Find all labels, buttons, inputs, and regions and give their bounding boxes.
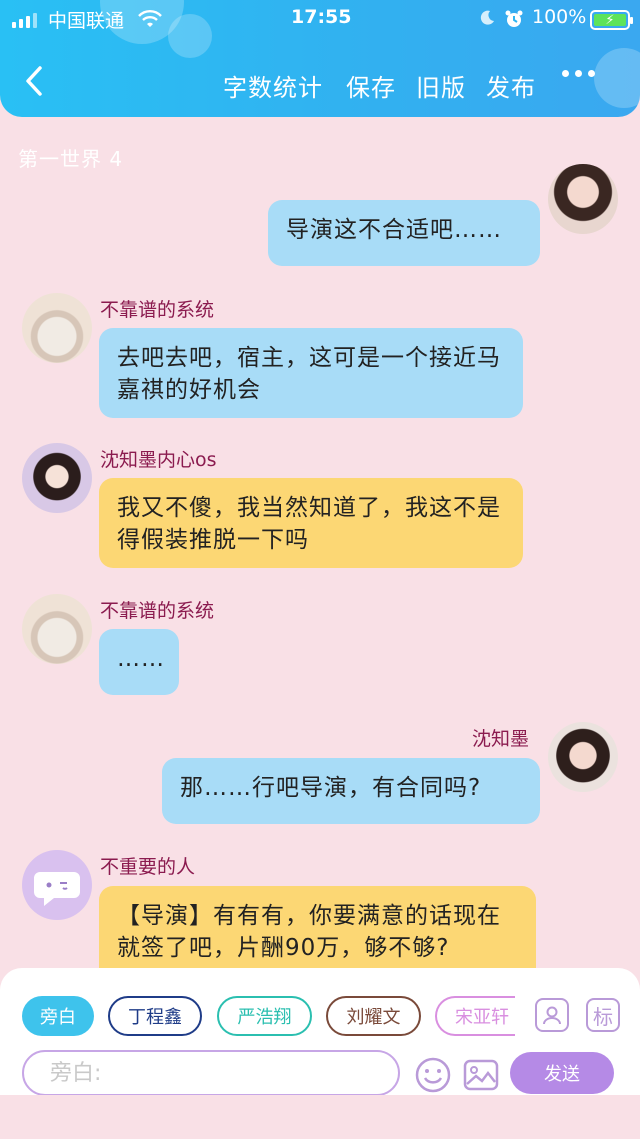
avatar[interactable] [22, 594, 92, 664]
sender-name: 不重要的人 [100, 856, 196, 878]
old-version-button[interactable]: 旧版 [416, 68, 466, 103]
avatar[interactable] [22, 293, 92, 363]
person-icon[interactable] [535, 998, 569, 1032]
status-bar: 中国联通 17:55 100% ⚡ [0, 6, 640, 32]
carrier-label: 中国联通 [48, 10, 125, 32]
sender-name: 沈知墨内心os [100, 449, 217, 471]
sender-name: 沈知墨 [472, 728, 530, 750]
message-bubble[interactable]: 导演这不合适吧…… [268, 200, 540, 266]
message-bubble[interactable]: 那……行吧导演，有合同吗? [162, 758, 540, 824]
nav-bar: 字数统计 保存 旧版 发布 [0, 60, 640, 108]
role-chip[interactable]: 严浩翔 [217, 996, 312, 1036]
mark-icon[interactable]: 标 [586, 998, 620, 1032]
chat-face-icon [34, 872, 80, 906]
bottom-area [0, 1095, 640, 1139]
avatar[interactable] [22, 850, 92, 920]
message-bubble[interactable]: …… [99, 629, 179, 695]
message-input[interactable] [22, 1050, 400, 1096]
top-header: 中国联通 17:55 100% ⚡ 字数统计 保存 旧版 发布 [0, 0, 640, 117]
emoji-icon[interactable] [414, 1056, 452, 1094]
wifi-icon [138, 10, 162, 27]
alarm-icon [505, 10, 523, 27]
role-chip-narration[interactable]: 旁白 [22, 996, 94, 1036]
send-button[interactable]: 发送 [510, 1052, 614, 1094]
role-chip[interactable]: 丁程鑫 [108, 996, 202, 1036]
message-bubble[interactable]: 我又不傻，我当然知道了，我这不是得假装推脱一下吗 [99, 478, 523, 568]
publish-button[interactable]: 发布 [486, 68, 536, 103]
word-count-button[interactable]: 字数统计 [223, 68, 323, 103]
chapter-title: 第一世界 4 [18, 147, 124, 171]
battery-icon: ⚡ [590, 10, 633, 30]
composer-panel: 旁白 丁程鑫 严浩翔 刘耀文 宋亚轩 标 发送 [0, 968, 640, 1096]
message-bubble[interactable]: 去吧去吧，宿主，这可是一个接近马嘉祺的好机会 [99, 328, 523, 418]
back-arrow-icon[interactable] [22, 64, 46, 98]
avatar[interactable] [548, 722, 618, 792]
avatar[interactable] [548, 164, 618, 234]
role-chip[interactable]: 刘耀文 [326, 996, 421, 1036]
avatar[interactable] [22, 443, 92, 513]
save-button[interactable]: 保存 [346, 68, 396, 103]
clock: 17:55 [291, 6, 352, 28]
sender-name: 不靠谱的系统 [100, 600, 215, 622]
moon-icon [480, 10, 494, 25]
image-icon[interactable] [462, 1056, 500, 1094]
role-chip[interactable]: 宋亚轩 [435, 996, 515, 1036]
battery-percent: 100% [532, 6, 587, 28]
signal-icon [12, 12, 37, 28]
sender-name: 不靠谱的系统 [100, 299, 215, 321]
more-options-icon[interactable] [562, 70, 595, 77]
